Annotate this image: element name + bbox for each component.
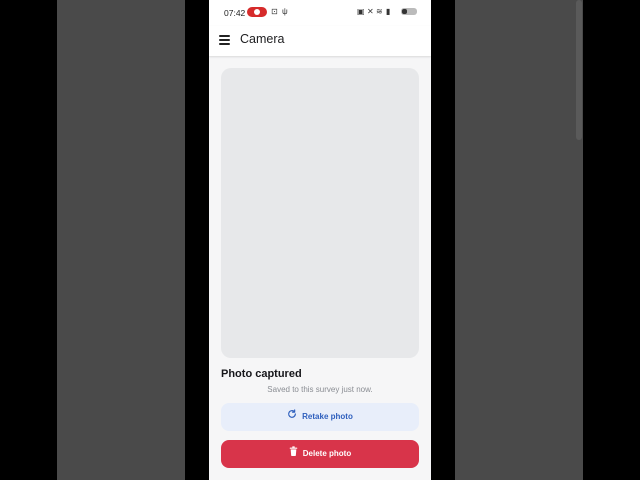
app-bar: Camera xyxy=(209,26,431,56)
wifi-icon: ≋ xyxy=(376,7,383,16)
signal-icon: ▮ xyxy=(386,7,391,16)
photo-status-subtitle: Saved to this survey just now. xyxy=(267,385,373,394)
left-background-panel xyxy=(57,0,185,480)
retake-photo-label: Retake photo xyxy=(302,412,353,421)
photo-preview xyxy=(221,68,419,358)
status-bar: 07:42 ⊡ ψ ▣ ✕ ≋ ▮ xyxy=(209,0,431,26)
delete-photo-label: Delete photo xyxy=(302,449,352,458)
battery-icon xyxy=(401,8,417,15)
photo-status-title: Photo captured xyxy=(221,368,302,380)
mute-icon: ✕ xyxy=(367,7,374,16)
page-title: Camera xyxy=(240,32,285,46)
right-background-panel xyxy=(455,0,583,480)
cast-icon: ⊡ xyxy=(271,7,278,16)
phone-screen: 07:42 ⊡ ψ ▣ ✕ ≋ ▮ Camera Photo captured … xyxy=(209,0,431,480)
status-time: 07:42 xyxy=(224,8,246,18)
refresh-icon xyxy=(287,403,297,431)
delete-photo-button[interactable]: Delete photo xyxy=(221,440,419,468)
usb-icon: ψ xyxy=(282,7,288,16)
trash-icon xyxy=(289,440,298,468)
hamburger-menu-icon[interactable] xyxy=(219,35,230,45)
notification-icon: ▣ xyxy=(357,7,365,16)
retake-photo-button[interactable]: Retake photo xyxy=(221,403,419,431)
scroll-indicator xyxy=(576,0,582,140)
record-icon[interactable] xyxy=(247,7,267,17)
